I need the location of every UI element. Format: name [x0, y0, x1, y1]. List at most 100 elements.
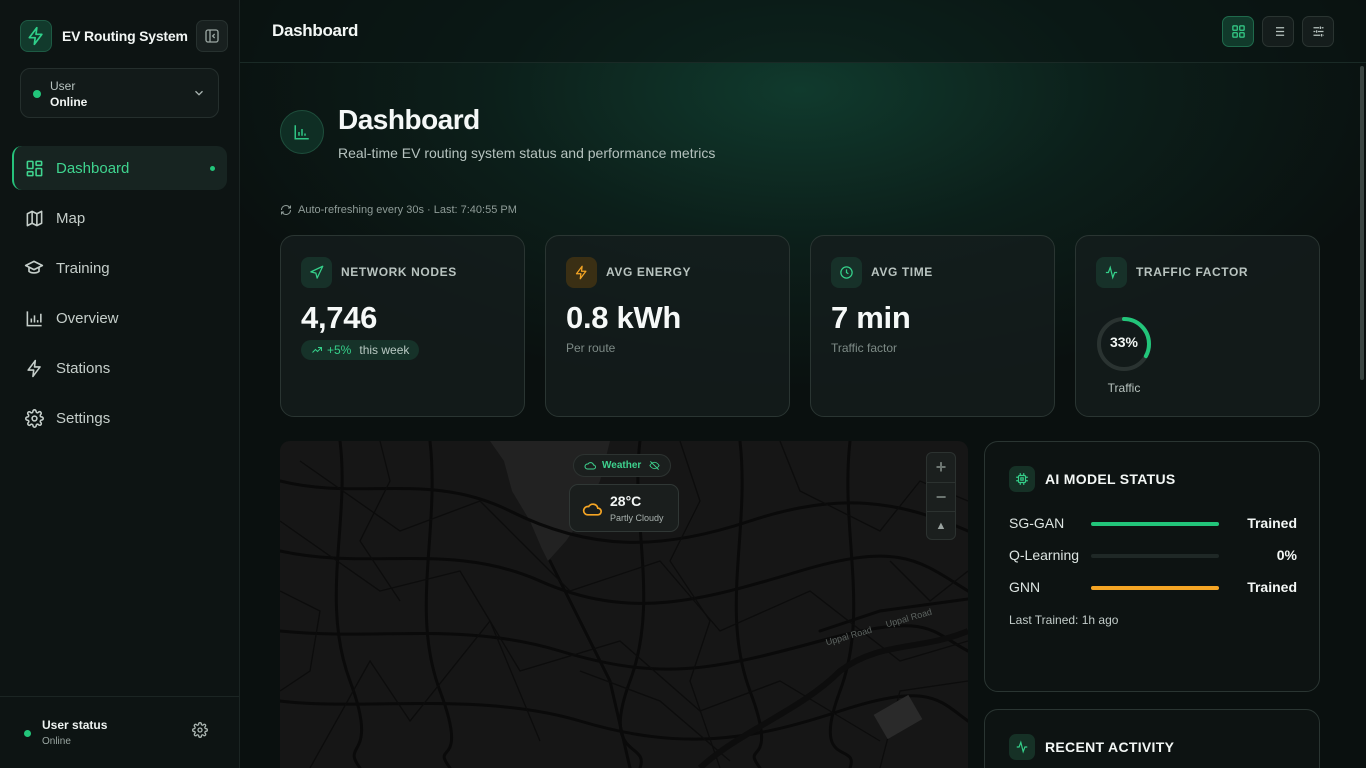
weather-toggle-label: Weather	[602, 460, 642, 471]
gear-icon	[24, 408, 44, 428]
network-nodes-card: NETWORK NODES 4,746 +5% this week	[280, 235, 525, 417]
list-icon	[1272, 27, 1284, 36]
trend-badge: +5% this week	[301, 340, 420, 360]
sidebar-item-overview[interactable]: Overview	[12, 296, 227, 340]
sidebar: EV Routing System User Online Dashboard …	[0, 0, 240, 768]
topbar: Dashboard	[240, 0, 1366, 63]
cpu-chip-icon	[1009, 466, 1035, 492]
trending-up-icon	[312, 347, 322, 353]
collapse-sidebar-button[interactable]	[196, 20, 228, 52]
trend-label: this week	[359, 343, 410, 357]
app-name: EV Routing System	[62, 28, 188, 44]
route-map[interactable]: Uppal Road Uppal Road Weather 28°C Partl…	[280, 441, 968, 768]
compass-button[interactable]: ▲	[927, 511, 955, 540]
panel-title: AI MODEL STATUS	[1045, 471, 1176, 487]
gear-icon[interactable]	[192, 722, 208, 743]
sidebar-item-label: Stations	[56, 359, 111, 377]
traffic-factor-card: TRAFFIC FACTOR 33% Traffic	[1075, 235, 1320, 417]
sidebar-item-training[interactable]: Training	[12, 246, 227, 290]
refresh-text: Auto-refreshing every 30s · Last: 7:40:5…	[298, 204, 517, 216]
model-row-gnn: GNN Trained	[1009, 577, 1297, 597]
sidebar-item-label: Dashboard	[56, 159, 130, 177]
zoom-controls: + − ▲	[926, 452, 956, 540]
traffic-percent: 33%	[1109, 334, 1139, 350]
sidebar-footer: User status Online	[0, 696, 239, 768]
model-row-q-learning: Q-Learning 0%	[1009, 545, 1297, 565]
grid-icon	[1231, 25, 1245, 38]
zoom-out-button[interactable]: −	[927, 482, 955, 511]
online-dot	[33, 90, 41, 98]
panel-title: RECENT ACTIVITY	[1045, 739, 1175, 755]
cloud-sun-icon	[582, 499, 602, 524]
active-indicator	[210, 166, 215, 171]
card-title: AVG ENERGY	[606, 265, 692, 279]
main-content: Dashboard Dashboard Real-time EV routing…	[240, 0, 1366, 768]
model-status: Trained	[1247, 515, 1297, 531]
page-title: Dashboard	[272, 21, 359, 40]
model-name: Q-Learning	[1009, 547, 1080, 563]
sidebar-item-label: Map	[56, 209, 86, 227]
list-view-button[interactable]	[1262, 16, 1294, 47]
refresh-icon	[281, 205, 291, 215]
lightning-icon	[566, 257, 597, 288]
chevron-down-icon	[192, 86, 206, 105]
lightning-icon	[20, 20, 52, 52]
weather-card: 28°C Partly Cloudy	[569, 484, 679, 532]
model-progress-fill	[1091, 586, 1219, 590]
sidebar-item-label: Training	[56, 259, 110, 277]
map-icon	[24, 208, 44, 228]
card-subtitle: Traffic factor	[831, 341, 898, 355]
model-progress-track	[1091, 522, 1219, 526]
lightning-icon	[24, 358, 44, 378]
eye-off-icon	[649, 461, 660, 470]
card-title: AVG TIME	[871, 265, 933, 279]
model-progress-fill	[1091, 522, 1219, 526]
user-status-select[interactable]: User Online	[20, 68, 219, 118]
bar-chart-icon	[24, 308, 44, 328]
sidebar-item-label: Settings	[56, 409, 111, 427]
cloud-icon	[584, 461, 596, 469]
avg-energy-card: AVG ENERGY 0.8 kWh Per route	[545, 235, 790, 417]
sidebar-item-stations[interactable]: Stations	[12, 346, 227, 390]
last-trained: Last Trained: 1h ago	[1009, 613, 1119, 627]
panel-collapse-icon	[205, 29, 219, 43]
user-label: User	[50, 79, 76, 93]
user-status-title: User status	[42, 718, 108, 732]
temperature: 28°C	[610, 493, 642, 509]
card-subtitle: Per route	[566, 341, 616, 355]
weather-toggle[interactable]: Weather	[573, 454, 672, 477]
sidebar-item-map[interactable]: Map	[12, 196, 227, 240]
user-status-value: Online	[42, 736, 71, 747]
zoom-in-button[interactable]: +	[927, 453, 955, 482]
traffic-label: Traffic	[1107, 381, 1141, 395]
avg-time-card: AVG TIME 7 min Traffic factor	[810, 235, 1055, 417]
sliders-icon	[1313, 26, 1323, 37]
user-status: Online	[50, 95, 88, 109]
model-progress-track	[1091, 586, 1219, 590]
online-dot	[24, 730, 31, 737]
card-value: 4,746	[301, 300, 378, 335]
model-name: SG-GAN	[1009, 515, 1065, 531]
sidebar-item-settings[interactable]: Settings	[12, 396, 227, 440]
card-value: 0.8 kWh	[566, 300, 682, 335]
brand[interactable]: EV Routing System	[20, 20, 188, 52]
clock-icon	[831, 257, 862, 288]
scrollbar[interactable]	[1360, 66, 1364, 380]
sidebar-item-dashboard[interactable]: Dashboard	[12, 146, 227, 190]
card-value: 7 min	[831, 300, 911, 335]
activity-icon	[1009, 734, 1035, 760]
model-name: GNN	[1009, 579, 1041, 595]
auto-refresh-status: Auto-refreshing every 30s · Last: 7:40:5…	[280, 204, 517, 216]
graduation-cap-icon	[24, 258, 44, 278]
model-status: Trained	[1247, 579, 1297, 595]
filter-settings-button[interactable]	[1302, 16, 1334, 47]
trend-value: +5%	[327, 343, 352, 357]
card-title: NETWORK NODES	[341, 265, 457, 279]
navigation-arrow-icon	[301, 257, 332, 288]
grid-view-button[interactable]	[1222, 16, 1254, 47]
dashboard-icon	[24, 158, 44, 178]
sidebar-item-label: Overview	[56, 309, 119, 327]
recent-activity-panel: RECENT ACTIVITY	[984, 709, 1320, 768]
model-status: 0%	[1276, 547, 1297, 563]
sidebar-nav: Dashboard Map Training Overview Stations…	[12, 146, 227, 446]
